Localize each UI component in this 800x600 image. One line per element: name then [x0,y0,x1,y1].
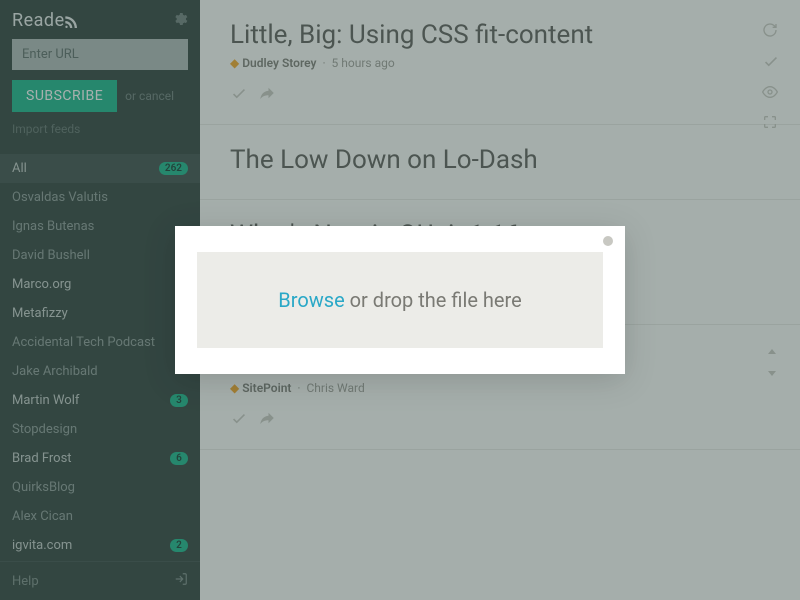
browse-link[interactable]: Browse [278,288,344,312]
close-icon[interactable] [603,236,613,246]
dropzone[interactable]: Browse or drop the file here [197,252,603,348]
modal-overlay[interactable]: Browse or drop the file here [0,0,800,600]
dropzone-text: or drop the file here [345,288,522,312]
upload-modal: Browse or drop the file here [175,226,625,374]
